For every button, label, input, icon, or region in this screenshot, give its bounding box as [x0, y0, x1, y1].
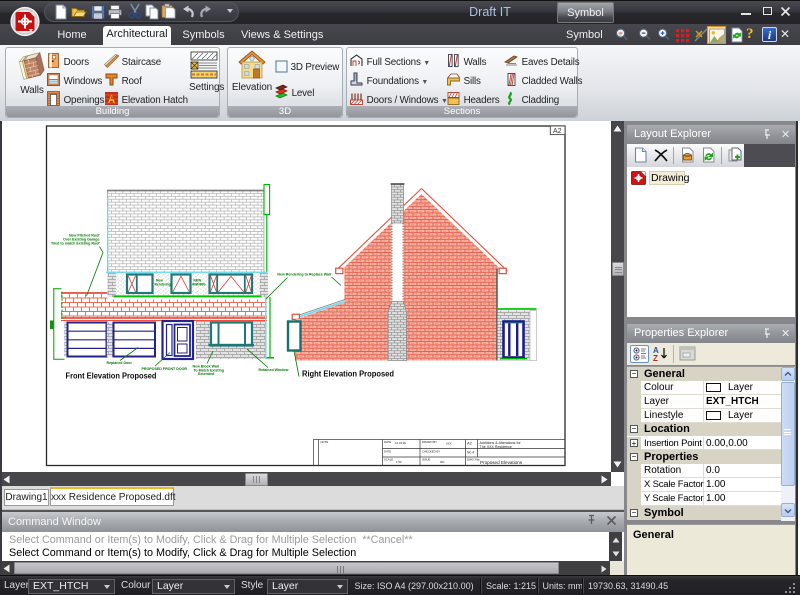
svg-text:SCALE: SCALE: [384, 458, 393, 462]
svg-text:Replaced Door: Replaced Door: [107, 361, 133, 365]
svg-text:New Rendering to Replace Wall: New Rendering to Replace Wall: [277, 273, 331, 277]
svg-text:Rendering: Rendering: [155, 283, 171, 287]
svg-text:No 4: No 4: [467, 451, 474, 455]
svg-text:The XXX Residence: The XXX Residence: [480, 445, 512, 449]
svg-text:Extended: Extended: [198, 372, 214, 376]
svg-text:AWNING: AWNING: [192, 283, 206, 287]
svg-text:NOTE: NOTE: [321, 440, 329, 444]
svg-text:12.03.99: 12.03.99: [395, 441, 406, 445]
svg-text:A2: A2: [467, 441, 473, 446]
svg-text:A2: A2: [553, 128, 562, 135]
svg-text:Right Elevation Proposed: Right Elevation Proposed: [302, 368, 394, 378]
svg-text:DATE: DATE: [384, 440, 391, 444]
svg-text:Front Elevation Proposed: Front Elevation Proposed: [66, 371, 157, 381]
svg-text:XXX: XXX: [446, 442, 452, 446]
svg-text:1:50: 1:50: [396, 460, 402, 464]
svg-text:Z: Z: [653, 354, 658, 362]
svg-text:CHECKED BY: CHECKED BY: [422, 450, 440, 454]
svg-text:ISSUE: ISSUE: [422, 458, 431, 462]
svg-text:Proposed Elevations: Proposed Elevations: [480, 460, 523, 465]
svg-text:DWG Title: DWG Title: [467, 458, 480, 462]
svg-text:001: 001: [440, 460, 445, 464]
svg-text:Tiled to match Existing Roof: Tiled to match Existing Roof: [51, 242, 100, 246]
svg-text:Retained Window: Retained Window: [259, 368, 289, 372]
svg-text:DATE: DATE: [384, 450, 391, 454]
svg-text:DRAWN BY: DRAWN BY: [422, 440, 437, 444]
